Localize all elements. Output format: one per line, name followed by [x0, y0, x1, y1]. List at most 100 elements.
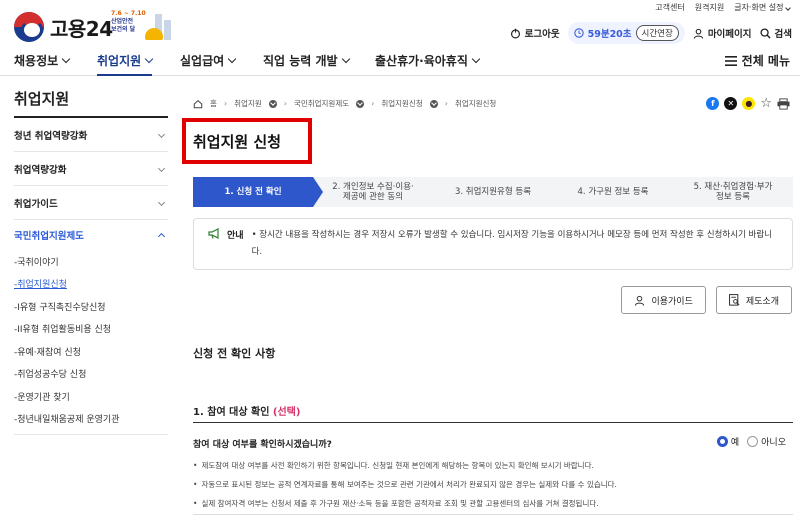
dropdown-dot-icon[interactable]	[356, 99, 365, 108]
sidebar-subitem[interactable]: -운영기관 찾기	[14, 385, 168, 408]
user-guide-button[interactable]: 이용가이드	[621, 286, 706, 314]
nav-job-info[interactable]: 채용정보	[14, 52, 71, 69]
sidebar-section-capacity[interactable]: 취업역량강화	[14, 152, 168, 186]
breadcrumb-home[interactable]: 홈	[210, 98, 217, 109]
chevron-down-icon	[471, 54, 481, 64]
breadcrumb-current: 취업지원신청	[454, 99, 497, 108]
search-button[interactable]: 검색	[759, 26, 792, 40]
sidebar-subitem[interactable]: -유예·재참여 신청	[14, 340, 168, 363]
sidebar-subitem[interactable]: -청년내일채움공제 운영기관	[14, 408, 168, 431]
radio-no[interactable]: 아니오	[747, 435, 786, 448]
chevron-right-icon: ›	[223, 99, 228, 108]
nav-vocational-training[interactable]: 직업 능력 개발	[263, 52, 350, 69]
nav-employment-support[interactable]: 취업지원	[97, 52, 154, 76]
chevron-down-icon	[61, 54, 71, 64]
radio-yes-indicator[interactable]	[716, 436, 728, 447]
subsection-title-text: 1. 참여 대상 확인	[193, 407, 273, 418]
clock-icon	[573, 28, 584, 38]
hamburger-icon	[724, 55, 737, 66]
breadcrumb-item[interactable]: 국민취업지원제도	[294, 98, 349, 109]
list-item: • 자동으로 표시된 정보는 공적 연계자료를 통해 보여주는 것으로 관련 기관…	[193, 480, 617, 489]
step-4: 4. 가구원 정보 등록	[553, 177, 673, 207]
bullet-text: 실제 참여자격 여부는 신청서 제출 후 가구원 재산·소득 등을 포함한 공적…	[201, 499, 599, 508]
chevron-right-icon: ›	[444, 99, 448, 108]
all-menu-label: 전체 메뉴	[741, 54, 790, 68]
step-5: 5. 재산·취업경험·부가 정보 등록	[673, 177, 793, 207]
x-twitter-icon[interactable]: ✕	[724, 97, 738, 110]
nav-unemployment-benefit[interactable]: 실업급여	[180, 52, 237, 69]
step-label: 1. 신청 전 확인	[224, 187, 282, 197]
dropdown-dot-icon[interactable]	[429, 99, 438, 108]
bullet-text: 제도참여 대상 여부를 사전 확인하기 위한 항목입니다. 신청일 현재 본인에…	[201, 461, 594, 470]
page-title-highlight: 취업지원 신청	[182, 118, 312, 164]
breadcrumb-item[interactable]: 취업지원신청	[381, 98, 422, 109]
mypage-label: 마이페이지	[707, 29, 752, 40]
notice-label: 안내	[227, 231, 244, 241]
sidebar-subitem[interactable]: -I유형 구직촉진수당신청	[14, 295, 168, 318]
user-icon	[693, 28, 703, 39]
promo-banner[interactable]: 7.6 ~ 7.10 산업안전 보건의 달	[111, 10, 146, 34]
all-menu-button[interactable]: 전체 메뉴	[724, 52, 790, 69]
step-1: 1. 신청 전 확인	[193, 177, 323, 207]
star-bookmark-icon[interactable]: ☆	[760, 96, 772, 111]
radio-no-indicator[interactable]	[747, 436, 759, 447]
step-label: 5. 재산·취업경험·부가 정보 등록	[693, 182, 773, 202]
user-icon	[635, 295, 645, 306]
chevron-right-icon: ›	[371, 99, 375, 108]
sidebar-section-national[interactable]: 국민취업지원제도	[14, 220, 168, 250]
breadcrumb-item[interactable]: 취업지원	[234, 98, 262, 109]
optional-badge: (선택)	[272, 407, 301, 418]
sidebar-section-guide[interactable]: 취업가이드	[14, 186, 168, 220]
sidebar-subitem-active[interactable]: -취업지원신청	[14, 273, 168, 296]
sidebar-section-label: 취업역량강화	[14, 164, 67, 176]
extend-session-button[interactable]: 시간연장	[635, 25, 679, 41]
action-buttons: 이용가이드 제도소개	[621, 286, 792, 314]
step-label: 4. 가구원 정보 등록	[577, 187, 649, 197]
radio-yes[interactable]: 예	[716, 435, 740, 448]
chevron-down-icon	[157, 198, 166, 207]
notice-box: 안내 • 장시간 내용을 작성하시는 경우 저장시 오류가 발생할 수 있습니다…	[193, 218, 793, 270]
logout-label: 로그아웃	[524, 29, 560, 40]
nav-maternity-leave[interactable]: 출산휴가·육아휴직	[375, 52, 481, 69]
chevron-down-icon	[341, 54, 350, 64]
radio-yes-label: 예	[730, 438, 740, 448]
radio-no-label: 아니오	[761, 438, 786, 448]
program-intro-button[interactable]: 제도소개	[715, 286, 792, 314]
sidebar-section-youth[interactable]: 청년 취업역량강화	[14, 118, 168, 152]
mypage-button[interactable]: 마이페이지	[693, 26, 752, 40]
header-actions: 로그아웃 59분20초 시간연장 마이페이지 검색	[510, 22, 792, 44]
sidebar-title: 취업지원	[14, 88, 168, 118]
user-guide-label: 이용가이드	[651, 296, 693, 307]
facebook-icon[interactable]: f	[706, 97, 720, 110]
nav-unemployment-benefit-label: 실업급여	[180, 54, 225, 68]
sidebar-subitem[interactable]: -취업성공수당 신청	[14, 363, 168, 386]
dropdown-dot-icon[interactable]	[268, 99, 277, 108]
taegeuk-logo-icon	[14, 12, 44, 42]
chevron-up-icon	[157, 232, 166, 241]
home-icon[interactable]	[193, 99, 203, 109]
page-title: 취업지원 신청	[193, 132, 282, 151]
print-icon[interactable]	[777, 97, 790, 110]
sidebar-subitem[interactable]: -II유형 취업활동비용 신청	[14, 318, 168, 341]
sidebar-subitem[interactable]: -국취이야기	[14, 250, 168, 273]
sidebar-divider	[14, 434, 168, 435]
nav-maternity-leave-label: 출산휴가·육아휴직	[375, 54, 468, 68]
timer-value: 59분20초	[587, 29, 632, 40]
site-header: 고용24 7.6 ~ 7.10 산업안전 보건의 달 로그아웃 59분20초 시…	[0, 8, 800, 48]
logout-button[interactable]: 로그아웃	[510, 26, 560, 40]
nav-job-info-label: 채용정보	[14, 54, 59, 68]
logo-text: 고용24	[50, 16, 113, 41]
notice-label-wrap: 안내	[208, 227, 244, 261]
kakaotalk-icon[interactable]: ●	[742, 97, 756, 110]
progress-steps: 1. 신청 전 확인 2. 개인정보 수집·이용· 제공에 관한 동의 3. 취…	[193, 177, 793, 207]
step-2: 2. 개인정보 수집·이용· 제공에 관한 동의	[313, 177, 433, 207]
list-item: • 실제 참여자격 여부는 신청서 제출 후 가구원 재산·소득 등을 포함한 공…	[193, 499, 599, 508]
section-divider	[193, 422, 793, 423]
sidebar-section-label: 취업가이드	[14, 198, 58, 210]
site-logo[interactable]: 고용24	[14, 12, 113, 42]
breadcrumb: 홈 › 취업지원 › 국민취업지원제도 › 취업지원신청 › 취업지원신청	[193, 98, 496, 109]
promo-dates: 7.6 ~ 7.10	[111, 10, 146, 17]
chevron-down-icon	[227, 54, 237, 64]
power-icon	[510, 28, 520, 38]
eligibility-radio-group: 예 아니오	[716, 435, 786, 448]
